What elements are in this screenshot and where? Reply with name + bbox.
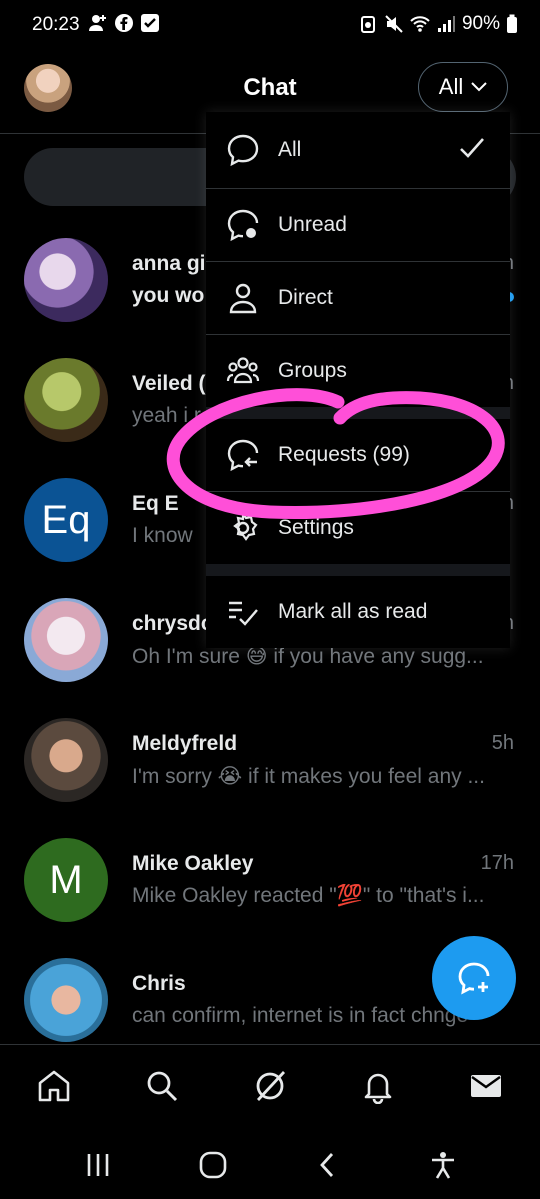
nav-notifications[interactable] <box>348 1056 408 1116</box>
menu-item-groups[interactable]: Groups <box>206 335 510 407</box>
nav-home[interactable] <box>24 1056 84 1116</box>
chat-name: Eq E <box>132 492 179 515</box>
chat-name: chrysdc <box>132 612 213 635</box>
menu-item-all[interactable]: All <box>206 112 510 188</box>
signal-icon <box>437 16 455 32</box>
filter-menu: All Unread Direct Groups Requests (99) S… <box>206 112 510 648</box>
avatar <box>24 598 108 682</box>
menu-item-direct[interactable]: Direct <box>206 262 510 334</box>
menu-item-label: Direct <box>278 286 333 309</box>
avatar <box>24 358 108 442</box>
home-circle-icon <box>199 1151 226 1178</box>
menu-item-label: Mark all as read <box>278 600 428 623</box>
chat-row[interactable]: Meldyfreld 5h I'm sorry 😭 if it makes yo… <box>0 710 540 830</box>
checkbox-icon <box>141 14 159 32</box>
menu-item-label: Unread <box>278 213 347 236</box>
avatar-initials: Eq <box>41 497 91 542</box>
chat-name: anna gi <box>132 252 206 275</box>
mute-icon <box>385 15 403 33</box>
menu-item-label: Requests (99) <box>278 443 410 466</box>
menu-divider <box>206 564 510 576</box>
facebook-icon <box>115 14 133 32</box>
chat-row[interactable]: M Mike Oakley 17h Mike Oakley reacted "💯… <box>0 830 540 950</box>
battery-icon <box>507 14 517 33</box>
avatar <box>24 958 108 1042</box>
chat-name: Mike Oakley <box>132 852 254 875</box>
accessibility-button[interactable] <box>413 1140 473 1190</box>
chat-bubble-icon <box>226 133 260 167</box>
chat-name: Veiled ( <box>132 372 206 395</box>
chat-time: 5h <box>491 732 514 754</box>
checkmark-icon <box>460 138 484 158</box>
accessibility-icon <box>431 1151 454 1179</box>
avatar: M <box>24 838 108 922</box>
status-time: 20:23 <box>32 14 80 35</box>
nav-messages[interactable] <box>456 1056 516 1116</box>
battery-percent: 90% <box>461 13 500 34</box>
menu-item-mark-all-read[interactable]: Mark all as read <box>206 576 510 648</box>
back-button[interactable] <box>298 1140 358 1190</box>
nav-grok[interactable] <box>240 1056 300 1116</box>
status-system-icons: 90% <box>358 13 518 35</box>
chat-name: Chris <box>132 972 186 995</box>
home-button[interactable] <box>183 1140 243 1190</box>
menu-item-unread[interactable]: Unread <box>206 189 510 261</box>
menu-divider <box>206 407 510 419</box>
status-notification-icons <box>88 13 160 33</box>
menu-item-requests[interactable]: Requests (99) <box>206 419 510 491</box>
chat-preview: I'm sorry 😭 if it makes you feel any ... <box>132 765 485 788</box>
chevron-down-icon <box>471 82 487 92</box>
search-icon <box>147 1071 178 1101</box>
avatar <box>24 238 108 322</box>
nav-search[interactable] <box>132 1056 192 1116</box>
chat-preview: Mike Oakley reacted "💯" to "that's i... <box>132 884 485 907</box>
new-chat-button[interactable] <box>432 936 516 1020</box>
status-bar: 20:23 90% <box>0 0 540 50</box>
filter-label: All <box>438 74 464 99</box>
chat-name: Meldyfreld <box>132 732 238 755</box>
chat-bubble-arrow-icon <box>226 438 260 472</box>
chat-bubble-dot-icon <box>226 208 260 242</box>
menu-item-label: Settings <box>278 516 354 539</box>
recent-apps-button[interactable] <box>68 1140 128 1190</box>
filter-dropdown-button[interactable]: All <box>418 62 508 112</box>
envelope-icon <box>471 1074 501 1097</box>
person-icon <box>226 281 260 315</box>
menu-item-settings[interactable]: Settings <box>206 492 510 564</box>
home-icon <box>38 1070 70 1101</box>
recent-apps-icon <box>87 1153 108 1176</box>
grok-icon <box>256 1070 286 1101</box>
back-icon <box>319 1152 333 1177</box>
wifi-icon <box>410 16 430 32</box>
avatar: Eq <box>24 478 108 562</box>
chat-time: 17h <box>480 852 514 874</box>
menu-item-label: All <box>278 138 302 161</box>
add-person-icon <box>89 15 106 31</box>
system-nav-bar <box>0 1130 540 1199</box>
gear-icon <box>226 511 260 545</box>
battery-saver-icon <box>360 16 375 33</box>
double-check-icon <box>226 595 260 629</box>
new-chat-icon <box>458 962 490 995</box>
bottom-nav <box>0 1044 540 1126</box>
group-icon <box>226 354 260 388</box>
bell-icon <box>364 1073 392 1104</box>
avatar <box>24 718 108 802</box>
menu-item-label: Groups <box>278 359 347 382</box>
avatar-initials: M <box>49 857 83 902</box>
